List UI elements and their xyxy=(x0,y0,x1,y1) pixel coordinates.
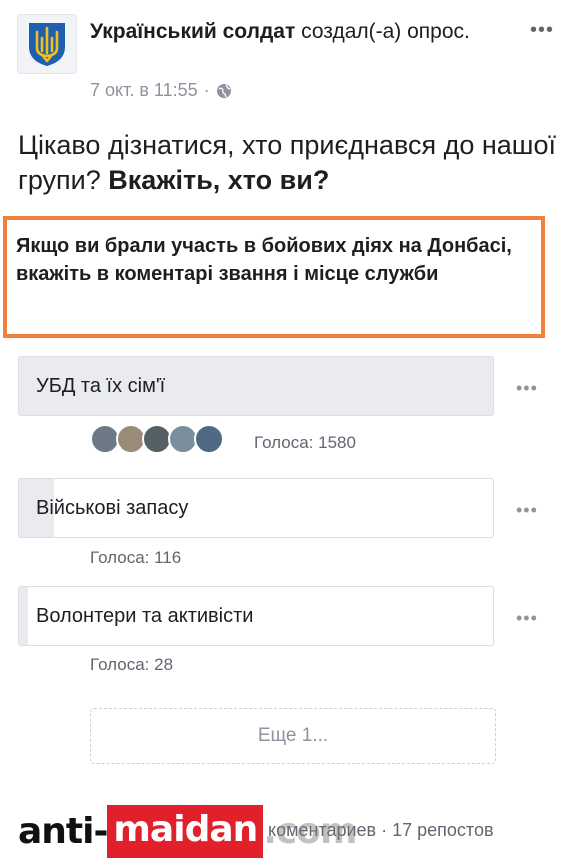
poll-option-label: УБД та їх сім'ї xyxy=(36,375,166,397)
poll-option-2[interactable]: Військові запасу xyxy=(18,478,494,538)
option-more-icon[interactable]: ••• xyxy=(516,500,538,521)
post-question: Цікаво дізнатися, хто приєднався до нашо… xyxy=(18,128,568,198)
post-meta: 7 окт. в 11:55 · xyxy=(90,80,232,101)
watermark-text-highlight: maidan xyxy=(107,804,264,858)
post-header: Український солдат создал(-а) опрос. xyxy=(90,18,510,45)
poll-option-fill xyxy=(19,587,28,645)
trident-icon xyxy=(29,23,65,66)
watermark-text: anti- xyxy=(18,810,108,852)
poll-option-3[interactable]: Волонтери та активісти xyxy=(18,586,494,646)
post-action: создал(-а) опрос. xyxy=(301,20,470,43)
see-more-options-button[interactable]: Еще 1... xyxy=(90,708,496,764)
watermark-text-suffix: .com xyxy=(263,810,357,852)
option-more-icon[interactable]: ••• xyxy=(516,378,538,399)
voter-avatars[interactable] xyxy=(90,424,224,454)
vote-count[interactable]: Голоса: 116 xyxy=(90,548,181,568)
globe-icon[interactable] xyxy=(216,83,232,99)
timestamp[interactable]: 7 окт. в 11:55 xyxy=(90,80,198,101)
option-more-icon[interactable]: ••• xyxy=(516,608,538,629)
voter-avatar[interactable] xyxy=(194,424,224,454)
vote-count[interactable]: Голоса: 28 xyxy=(90,655,173,675)
watermark-logo: anti-maidan .com xyxy=(18,800,358,862)
poll-option-label: Військові запасу xyxy=(36,497,189,519)
post-options-icon[interactable]: ••• xyxy=(530,20,554,40)
avatar[interactable] xyxy=(17,14,77,74)
meta-separator: · xyxy=(203,80,210,100)
poll-option-label: Волонтери та активісти xyxy=(36,605,254,627)
question-emphasis: Вкажіть, хто ви? xyxy=(108,165,330,195)
vote-count[interactable]: Голоса: 1580 xyxy=(254,433,356,453)
author-name[interactable]: Український солдат xyxy=(90,20,295,43)
poll-option-1[interactable]: УБД та їх сім'ї xyxy=(18,356,494,416)
highlighted-note: Якщо ви брали участь в бойових діях на Д… xyxy=(16,235,512,285)
